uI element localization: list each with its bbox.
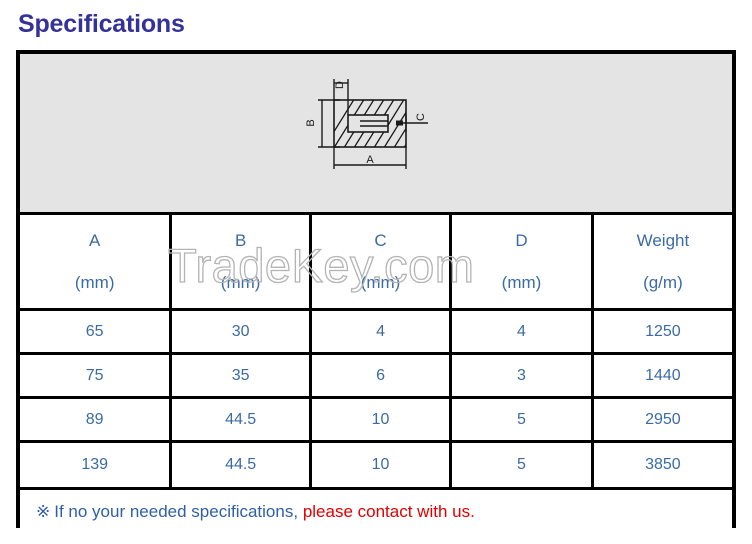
header-cell-a: A (mm): [20, 215, 173, 308]
note-text-red: please contact with us.: [302, 501, 475, 521]
cell-b: 30: [172, 311, 312, 352]
header-cell-d: D (mm): [452, 215, 594, 308]
diagram-label-a: A: [366, 154, 374, 166]
cell-d: 5: [452, 399, 594, 440]
page-title: Specifications: [18, 10, 185, 38]
reference-mark-icon: ※: [36, 501, 51, 521]
specifications-table: A B C D A (mm) B (mm) C (mm) D (mm) Weig…: [16, 50, 736, 533]
cell-c: 6: [312, 355, 453, 396]
diagram-label-d: D: [334, 81, 346, 89]
header-symbol: A: [89, 230, 101, 250]
table-row: 139 44.5 10 5 3850: [20, 443, 732, 487]
cell-a: 139: [20, 443, 173, 487]
cell-d: 3: [452, 355, 594, 396]
profile-cross-section-drawing: A B C D: [305, 79, 428, 169]
cell-a: 65: [20, 311, 173, 352]
specifications-page: Specifications A B C D A (mm) B (mm) C (…: [0, 0, 752, 544]
note-row: ※ If no your needed specifications, pleas…: [20, 487, 732, 533]
cell-weight: 1440: [645, 366, 681, 384]
header-unit: (mm): [220, 272, 261, 292]
header-symbol: B: [234, 230, 247, 250]
header-symbol: D: [515, 230, 528, 250]
header-cell-weight: Weight (g/m): [594, 215, 732, 308]
cell-d: 5: [452, 443, 594, 487]
header-cell-c: C (mm): [312, 215, 453, 308]
cell-a: 89: [20, 399, 173, 440]
table-row: 65 30 4 4 1250: [20, 311, 732, 355]
header-unit: (mm): [74, 272, 115, 292]
diagram-label-c: C: [415, 113, 427, 121]
cell-b: 44.5: [172, 399, 312, 440]
cell-c: 10: [312, 443, 453, 487]
cell-a: 75: [20, 355, 173, 396]
table-header-row: A (mm) B (mm) C (mm) D (mm) Weight (g/m): [20, 215, 732, 311]
spec-grid: A (mm) B (mm) C (mm) D (mm) Weight (g/m)…: [20, 215, 732, 487]
header-unit: (g/m): [643, 272, 683, 292]
cell-weight: 3850: [645, 456, 681, 473]
cell-d: 4: [452, 311, 594, 352]
header-cell-b: B (mm): [172, 215, 312, 308]
note-text: ※ If no your needed specifications, pleas…: [36, 502, 475, 522]
cell-b: 44.5: [172, 443, 312, 487]
header-symbol: C: [374, 230, 387, 250]
cell-c: 4: [312, 311, 453, 352]
table-row: 75 35 6 3 1440: [20, 355, 732, 399]
diagram-cell: A B C D: [20, 54, 732, 215]
table-row: 89 44.5 10 5 2950: [20, 399, 732, 443]
header-unit: (mm): [501, 272, 542, 292]
cell-weight: 2950: [645, 410, 681, 428]
header-unit: (mm): [360, 272, 401, 292]
cell-b: 35: [172, 355, 312, 396]
cell-c: 10: [312, 399, 453, 440]
cell-weight: 1250: [645, 322, 681, 340]
header-symbol: Weight: [636, 230, 690, 250]
note-text-blue: If no your needed specifications,: [54, 501, 299, 521]
diagram-label-b: B: [305, 119, 317, 126]
